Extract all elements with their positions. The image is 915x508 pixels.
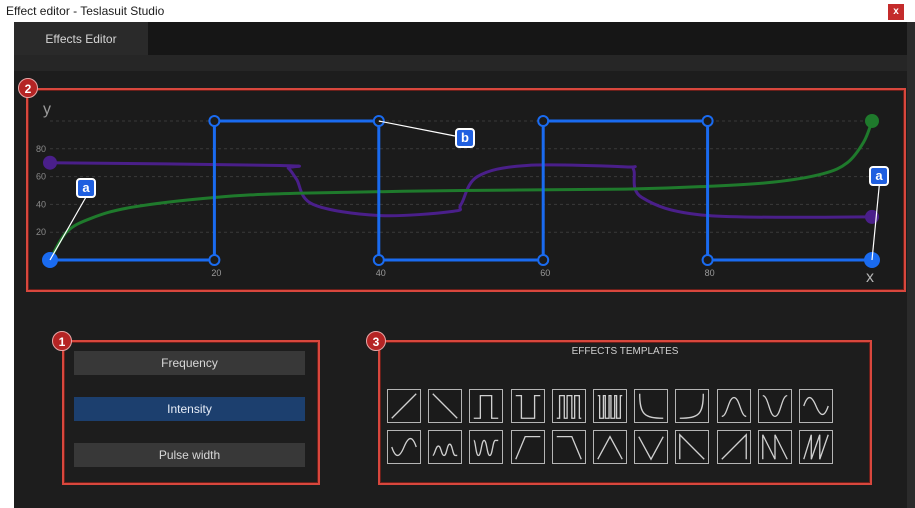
square-pulse-icon	[474, 394, 499, 419]
square-wave-small-icon	[432, 443, 458, 457]
tab-effects-editor[interactable]: Effects Editor	[14, 22, 148, 55]
intensity-button[interactable]: Intensity	[74, 397, 305, 421]
callout-a-left: a	[76, 178, 96, 198]
square-pulse-train-dense-icon	[597, 394, 623, 419]
template-sine-bump[interactable]	[716, 389, 751, 423]
sawtooth-down-icon	[679, 433, 706, 460]
ramp-up-hold-icon	[514, 435, 540, 460]
pulse-width-button[interactable]: Pulse width	[74, 443, 305, 467]
template-triangle[interactable]	[593, 430, 627, 464]
template-ramp-up-hold[interactable]	[510, 430, 545, 464]
sawtooth-up-icon	[720, 433, 747, 460]
zigzag-down-shape	[761, 434, 788, 460]
hold-ramp-down-icon	[556, 435, 582, 460]
badge-2: 2	[18, 78, 38, 98]
triangle-icon	[597, 435, 623, 460]
sawtooth-up-shape	[720, 433, 747, 460]
template-square-pulse-train-dense[interactable]	[593, 389, 627, 423]
tab-bar: Effects Editor	[14, 22, 907, 55]
decay-curve-icon	[639, 393, 664, 419]
sine-wave-icon	[803, 396, 829, 416]
rounded-pulse-train-icon	[473, 439, 499, 457]
template-square-pulse-narrow[interactable]	[510, 389, 545, 423]
template-ramp-down[interactable]	[428, 389, 463, 423]
template-square-pulse-train[interactable]	[551, 389, 586, 423]
ramp-down-icon	[432, 393, 458, 419]
rounded-pulse-train-shape	[473, 439, 499, 457]
sine-bump-shape	[721, 396, 747, 418]
zigzag-down-icon	[761, 434, 788, 460]
toolbar-strip	[14, 55, 907, 71]
sawtooth-down-shape	[679, 433, 706, 460]
square-pulse-narrow-shape	[515, 394, 540, 419]
template-rounded-pulse-train[interactable]	[469, 430, 504, 464]
template-zigzag-down[interactable]	[757, 430, 792, 464]
badge-1: 1	[52, 331, 72, 351]
hold-ramp-down-shape	[556, 435, 582, 460]
template-sine-dip[interactable]	[757, 389, 792, 423]
square-pulse-train-shape	[556, 394, 582, 419]
ramp-up-hold-shape	[514, 435, 540, 460]
callout-a-right: a	[869, 166, 889, 186]
template-zigzag-up[interactable]	[799, 430, 833, 464]
template-hold-ramp-down[interactable]	[551, 430, 586, 464]
scrollbar[interactable]	[907, 22, 915, 508]
triangle-inverted-shape	[638, 436, 665, 461]
template-decay-curve[interactable]	[634, 389, 669, 423]
sine-wave-shape	[803, 396, 829, 416]
sine-wave-inverted-icon	[391, 437, 417, 457]
callout-b: b	[455, 128, 475, 148]
effect-editor-window: Effect editor - Teslasuit Studio x Effec…	[0, 0, 915, 508]
window-title: Effect editor - Teslasuit Studio	[6, 4, 165, 18]
square-pulse-train-dense-shape	[597, 394, 623, 419]
ramp-down-shape	[432, 393, 458, 419]
rise-curve-icon	[680, 393, 705, 419]
template-triangle-inverted[interactable]	[634, 430, 669, 464]
square-pulse-shape	[474, 394, 499, 419]
square-pulse-narrow-icon	[515, 394, 540, 419]
square-pulse-train-icon	[556, 394, 582, 419]
square-wave-small-shape	[432, 443, 458, 457]
triangle-inverted-icon	[638, 436, 665, 461]
template-sine-wave-inverted[interactable]	[387, 430, 421, 464]
ramp-up-shape	[391, 393, 417, 419]
triangle-shape	[597, 435, 623, 460]
sine-bump-icon	[721, 396, 747, 418]
sine-dip-shape	[762, 394, 788, 418]
template-ramp-up[interactable]	[387, 389, 421, 423]
zigzag-up-shape	[803, 434, 829, 460]
sine-dip-icon	[762, 394, 788, 418]
template-rise-curve[interactable]	[675, 389, 710, 423]
frequency-button[interactable]: Frequency	[74, 351, 305, 375]
template-square-pulse[interactable]	[469, 389, 504, 423]
template-sawtooth-up[interactable]	[716, 430, 751, 464]
close-button[interactable]: x	[888, 4, 904, 20]
rise-curve-shape	[680, 393, 705, 419]
ramp-up-icon	[391, 393, 417, 419]
zigzag-up-icon	[803, 434, 829, 460]
sine-wave-inverted-shape	[391, 437, 417, 457]
template-sine-wave[interactable]	[799, 389, 833, 423]
template-sawtooth-down[interactable]	[675, 430, 710, 464]
title-bar: Effect editor - Teslasuit Studio x	[0, 0, 915, 22]
templates-title: EFFECTS TEMPLATES	[571, 346, 679, 357]
highlight-box-graph	[26, 88, 906, 292]
template-square-wave-small[interactable]	[428, 430, 463, 464]
decay-curve-shape	[639, 393, 664, 419]
